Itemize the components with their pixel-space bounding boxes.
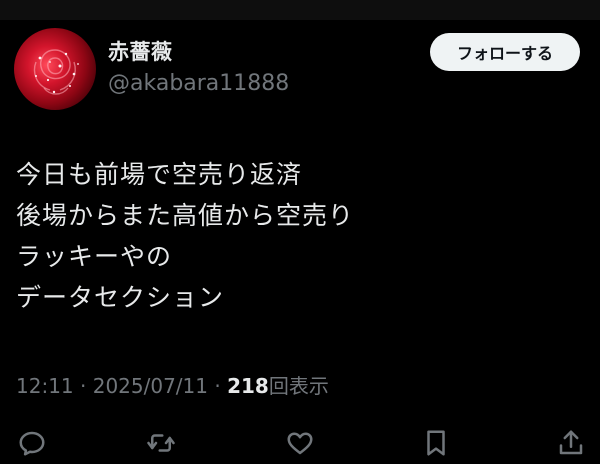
tweet-line: データセクション <box>16 283 225 312</box>
top-strip <box>0 0 600 20</box>
retweet-button[interactable] <box>146 428 176 458</box>
follow-button[interactable]: フォローする <box>430 33 580 71</box>
share-button[interactable] <box>556 428 586 458</box>
like-button[interactable] <box>285 428 315 458</box>
share-icon <box>559 430 583 455</box>
handle[interactable]: @akabara11888 <box>108 71 289 96</box>
retweet-icon <box>147 434 175 452</box>
tweet-line: 後場からまた高値から空売り <box>16 201 355 230</box>
rose-icon <box>33 49 79 95</box>
reply-button[interactable] <box>17 428 47 458</box>
tweet-date[interactable]: 2025/07/11 <box>93 374 208 398</box>
bookmark-icon <box>427 430 445 456</box>
views-label: 回表示 <box>268 374 329 398</box>
tweet-meta: 12:11 · 2025/07/11 · 218回表示 <box>16 370 329 399</box>
meta-separator: · <box>73 374 93 398</box>
meta-separator: · <box>208 374 228 398</box>
bookmark-button[interactable] <box>421 428 451 458</box>
tweet-line: ラッキーやの <box>16 242 173 271</box>
views-count[interactable]: 218 <box>227 374 269 398</box>
display-name[interactable]: 赤薔薇 <box>108 36 173 66</box>
action-bar <box>0 428 600 458</box>
like-icon <box>287 432 313 455</box>
tweet-line: 今日も前場で空売り返済 <box>16 160 303 189</box>
reply-icon <box>19 431 45 456</box>
avatar[interactable] <box>14 28 96 110</box>
tweet-time[interactable]: 12:11 <box>16 374 74 398</box>
tweet-text: 今日も前場で空売り返済 後場からまた高値から空売り ラッキーやの データセクショ… <box>16 154 354 318</box>
